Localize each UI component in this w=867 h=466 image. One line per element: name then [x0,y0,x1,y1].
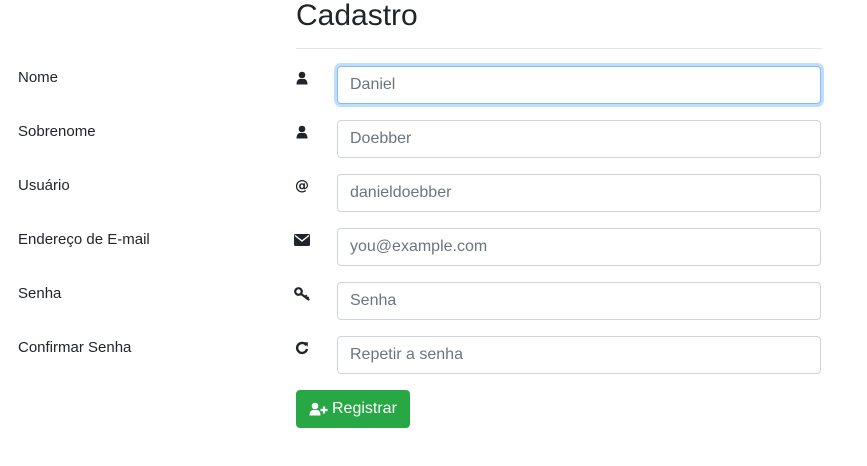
at-icon: @ [295,178,309,194]
refresh-icon [294,340,310,356]
usuario-label: Usuário [18,177,70,194]
nome-input[interactable] [337,66,821,104]
form-row-sobrenome: Sobrenome [0,120,867,158]
email-label: Endereço de E-mail [18,231,150,248]
nome-label: Nome [18,69,59,86]
confirmar-senha-label: Confirmar Senha [18,339,132,356]
form-row-confirmar-senha: Confirmar Senha [0,336,867,374]
user-plus-icon [309,402,328,416]
form-row-nome: Nome [0,66,867,104]
senha-label: Senha [18,285,62,302]
usuario-input[interactable] [337,174,821,212]
form-row-senha: Senha [0,282,867,320]
page-title: Cadastro [296,0,418,32]
user-icon [294,124,310,140]
senha-input[interactable] [337,282,821,320]
form-row-usuario: Usuário @ [0,174,867,212]
form-row-email: Endereço de E-mail [0,228,867,266]
sobrenome-input[interactable] [337,120,821,158]
title-divider [296,48,822,49]
user-icon [294,70,310,86]
envelope-icon [294,232,310,248]
sobrenome-label: Sobrenome [18,123,96,140]
register-button[interactable]: Registrar [296,390,410,428]
register-button-label: Registrar [332,400,397,417]
key-icon [294,286,310,302]
confirmar-senha-input[interactable] [337,336,821,374]
email-input[interactable] [337,228,821,266]
